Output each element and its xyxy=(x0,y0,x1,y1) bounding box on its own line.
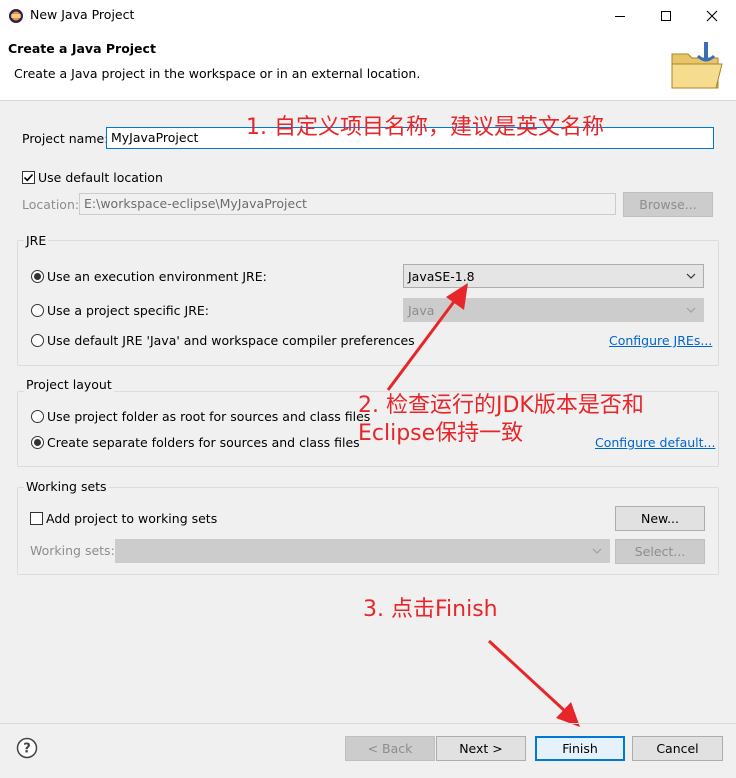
footer-separator xyxy=(0,723,736,724)
cancel-button[interactable]: Cancel xyxy=(632,736,723,761)
finish-button[interactable]: Finish xyxy=(535,736,625,761)
help-icon[interactable]: ? xyxy=(16,737,38,759)
next-button[interactable]: Next > xyxy=(436,736,526,761)
back-button[interactable]: < Back xyxy=(345,736,435,761)
arrow-to-jre-select xyxy=(386,283,468,391)
svg-text:?: ? xyxy=(23,742,31,757)
annotation-arrows xyxy=(386,283,580,727)
arrow-to-finish xyxy=(487,639,580,727)
